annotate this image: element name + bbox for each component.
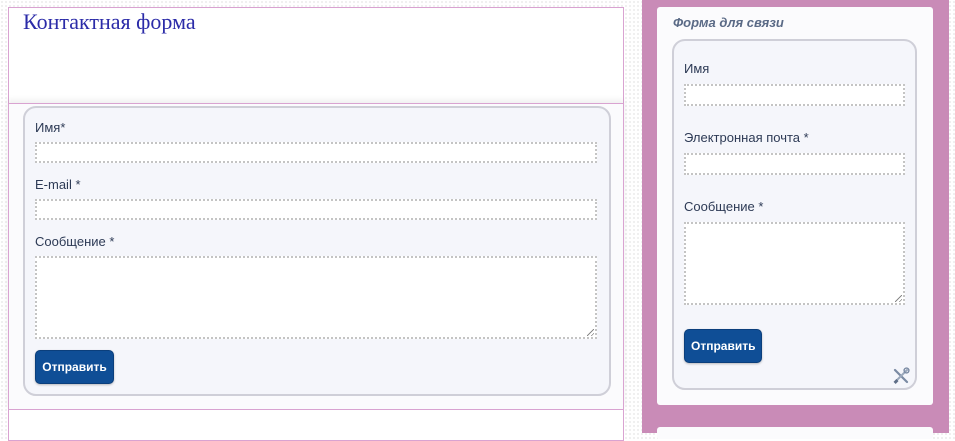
email-label: E-mail *	[35, 177, 81, 192]
contact-form-section: Имя* E-mail * Сообщение * Отправить	[8, 103, 624, 410]
sidebar: Форма для связи Имя Электронная почта * …	[642, 0, 949, 439]
message-textarea[interactable]	[35, 256, 597, 339]
contact-form: Имя* E-mail * Сообщение * Отправить	[23, 106, 611, 396]
sidebar-message-textarea[interactable]	[684, 222, 905, 305]
widget-title: Форма для связи	[673, 15, 784, 30]
main-lower-panel	[8, 409, 624, 441]
wrench-screwdriver-icon[interactable]	[892, 367, 910, 385]
sidebar-resize-grip-icon[interactable]	[895, 295, 902, 302]
sidebar-email-label: Электронная почта *	[684, 130, 809, 145]
message-label: Сообщение *	[35, 234, 115, 249]
sidebar-name-label: Имя	[684, 61, 710, 76]
sidebar-email-input[interactable]	[684, 153, 905, 175]
sidebar-contact-form: Имя Электронная почта * Сообщение * Отпр…	[672, 39, 917, 390]
name-input[interactable]	[35, 142, 597, 163]
resize-grip-icon[interactable]	[587, 329, 594, 336]
sidebar-widget-2	[657, 427, 933, 439]
sidebar-submit-button[interactable]: Отправить	[684, 329, 762, 363]
submit-button[interactable]: Отправить	[35, 350, 114, 384]
email-input[interactable]	[35, 199, 597, 220]
main-content-panel: Контактная форма	[8, 7, 624, 104]
page-title: Контактная форма	[23, 9, 196, 34]
sidebar-name-input[interactable]	[684, 84, 905, 106]
sidebar-contact-widget: Форма для связи Имя Электронная почта * …	[657, 7, 933, 405]
name-label: Имя*	[35, 120, 66, 135]
sidebar-message-label: Сообщение *	[684, 199, 764, 214]
